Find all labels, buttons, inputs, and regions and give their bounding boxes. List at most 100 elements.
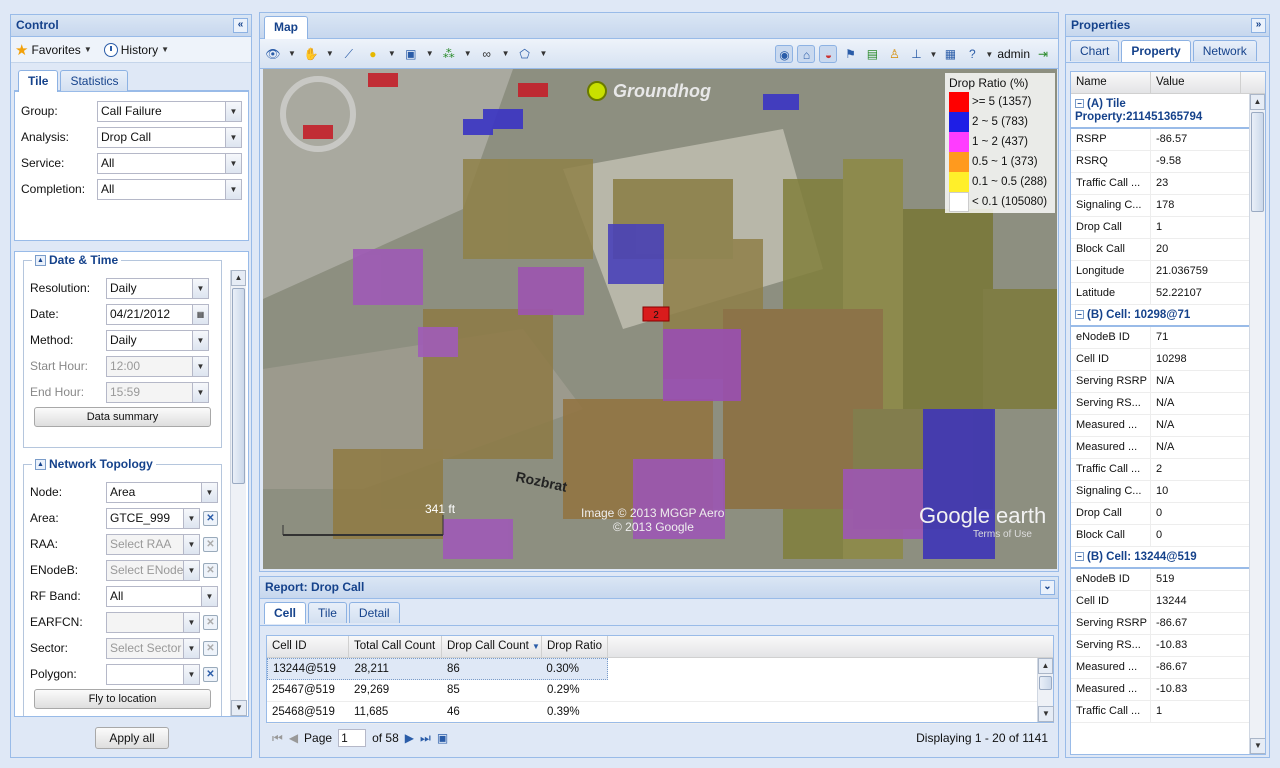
chevron-down-icon[interactable]: ▼	[192, 356, 208, 376]
sector-select[interactable]: Select Sector ▼	[106, 637, 200, 659]
property-row[interactable]: eNodeB ID 519	[1071, 569, 1249, 591]
scroll-down-icon[interactable]: ▼	[1038, 706, 1054, 722]
logout-icon[interactable]: ⇥	[1034, 45, 1052, 63]
tab-statistics[interactable]: Statistics	[60, 70, 129, 91]
prev-page-icon[interactable]: ◀	[289, 731, 298, 745]
table-row[interactable]: 25468@519 11,685 46 0.39%	[267, 702, 1053, 724]
next-page-icon[interactable]: ▶	[405, 731, 414, 745]
table-row[interactable]: 13244@519 28,211 86 0.30%	[267, 658, 608, 680]
method-select[interactable]: Daily ▼	[106, 329, 209, 351]
property-row[interactable]: RSRP -86.57	[1071, 129, 1249, 151]
service-select[interactable]: All ▼	[97, 152, 242, 174]
polygon-tool-icon[interactable]: ⬠	[516, 45, 534, 63]
terrain-icon[interactable]: ◒	[819, 45, 838, 63]
buildings-icon[interactable]: ⌂	[797, 45, 816, 63]
tab-cell[interactable]: Cell	[264, 602, 307, 624]
property-row[interactable]: Serving RS... -10.83	[1071, 635, 1249, 657]
group-select[interactable]: Call Failure ▼	[97, 100, 242, 122]
tab-map[interactable]: Map	[264, 16, 308, 39]
apply-all-button[interactable]: Apply all	[95, 727, 169, 749]
view-icon[interactable]: 👁	[264, 45, 282, 63]
property-row[interactable]: Traffic Call ... 1	[1071, 701, 1249, 723]
analysis-select[interactable]: Drop Call ▼	[97, 126, 242, 148]
pin-icon[interactable]: ⊥	[907, 45, 925, 63]
table-icon[interactable]: ▦	[941, 45, 959, 63]
flag-icon[interactable]: ⚑	[841, 45, 859, 63]
resolution-select[interactable]: Daily ▼	[106, 277, 209, 299]
scroll-thumb[interactable]	[232, 288, 245, 484]
scroll-up-icon[interactable]: ▲	[1038, 658, 1053, 674]
property-row[interactable]: Traffic Call ... 2	[1071, 459, 1249, 481]
property-row[interactable]: Longitude 21.036759	[1071, 261, 1249, 283]
page-input[interactable]: 1	[338, 729, 367, 747]
col-total-call-count[interactable]: Total Call Count	[349, 636, 442, 657]
property-scrollbar[interactable]: ▲ ▼	[1249, 94, 1265, 754]
clear-icon[interactable]: ✕	[203, 666, 218, 682]
save-icon[interactable]: ▣	[402, 45, 420, 63]
node-select[interactable]: Area ▼	[106, 481, 218, 503]
favorites-button[interactable]: ★ Favorites ▼	[15, 41, 92, 59]
table-row[interactable]: 25467@519 29,269 85 0.29%	[267, 680, 1053, 702]
settings-scrollbar[interactable]: ▲ ▼	[230, 270, 247, 716]
clear-icon[interactable]: ✕	[203, 510, 218, 526]
property-row[interactable]: RSRQ -9.58	[1071, 151, 1249, 173]
chevron-down-icon[interactable]: ▼	[192, 330, 208, 350]
clear-icon[interactable]: ✕	[203, 640, 218, 656]
completion-select[interactable]: All ▼	[97, 178, 242, 200]
tab-property[interactable]: Property	[1121, 40, 1191, 62]
col-drop-call-count[interactable]: Drop Call Count ▼	[442, 636, 542, 657]
calendar-icon[interactable]: ▦	[192, 304, 208, 324]
chevron-down-icon[interactable]: ▼	[225, 179, 241, 199]
scroll-up-icon[interactable]: ▲	[231, 270, 246, 286]
chevron-down-icon[interactable]: ▼	[183, 638, 199, 658]
col-name[interactable]: Name	[1071, 72, 1151, 93]
clear-icon[interactable]: ✕	[203, 614, 218, 630]
property-row[interactable]: Cell ID 10298	[1071, 349, 1249, 371]
binoculars-icon[interactable]: ∞	[478, 45, 496, 63]
polygon-select[interactable]: ▼	[106, 663, 200, 685]
scroll-thumb[interactable]	[1251, 112, 1264, 212]
col-drop-ratio[interactable]: Drop Ratio	[542, 636, 608, 657]
area-select[interactable]: GTCE_999 ▼	[106, 507, 200, 529]
property-row[interactable]: Serving RSRP N/A	[1071, 371, 1249, 393]
col-value[interactable]: Value	[1151, 72, 1241, 93]
chevron-down-icon[interactable]: ▼	[192, 278, 208, 298]
col-cell-id[interactable]: Cell ID	[267, 636, 349, 657]
property-row[interactable]: Measured ... N/A	[1071, 415, 1249, 437]
property-row[interactable]: Traffic Call ... 23	[1071, 173, 1249, 195]
scroll-down-icon[interactable]: ▼	[231, 700, 247, 716]
map-view[interactable]: 2 Groundhog Rozbrat 341 ft Image © 2013 …	[263, 69, 1057, 569]
property-row[interactable]: Serving RSRP -86.67	[1071, 613, 1249, 635]
property-row[interactable]: Drop Call 0	[1071, 503, 1249, 525]
scroll-thumb[interactable]	[1039, 676, 1052, 690]
chevron-down-icon[interactable]: ▼	[225, 127, 241, 147]
tab-tile[interactable]: Tile	[18, 70, 59, 92]
end-hour-select[interactable]: 15:59 ▼	[106, 381, 209, 403]
person-icon[interactable]: ♙	[885, 45, 903, 63]
chevron-down-icon[interactable]: ▼	[192, 382, 208, 402]
clear-icon[interactable]: ✕	[203, 562, 218, 578]
property-row[interactable]: Serving RS... N/A	[1071, 393, 1249, 415]
chevron-down-icon[interactable]: ▼	[183, 508, 199, 528]
tab-detail[interactable]: Detail	[348, 602, 400, 623]
map-layer-icon[interactable]: ▤	[863, 45, 881, 63]
property-group-b1[interactable]: − (B) Cell: 10298@71	[1071, 305, 1249, 327]
chevron-down-icon[interactable]: ▼	[183, 560, 199, 580]
property-row[interactable]: Signaling C... 178	[1071, 195, 1249, 217]
property-row[interactable]: Drop Call 1	[1071, 217, 1249, 239]
grid-scrollbar[interactable]: ▲ ▼	[1037, 658, 1054, 722]
layers-icon[interactable]: ⁂	[440, 45, 458, 63]
ruler-icon[interactable]: ⟋	[340, 45, 358, 63]
start-hour-select[interactable]: 12:00 ▼	[106, 355, 209, 377]
chevron-down-icon[interactable]: ▼	[225, 101, 241, 121]
collapse-report-icon[interactable]: ⌄	[1040, 580, 1055, 595]
history-button[interactable]: History ▼	[103, 42, 169, 57]
collapse-toggle-icon[interactable]: ▲	[35, 254, 46, 266]
earfcn-select[interactable]: ▼	[106, 611, 200, 633]
property-row[interactable]: Cell ID 13244	[1071, 591, 1249, 613]
placemark-icon[interactable]: ●	[364, 45, 382, 63]
terms-link[interactable]: Terms of Use	[973, 529, 1032, 540]
chevron-down-icon[interactable]: ▼	[201, 482, 217, 502]
property-row[interactable]: Signaling C... 10	[1071, 481, 1249, 503]
scroll-up-icon[interactable]: ▲	[1250, 94, 1265, 110]
